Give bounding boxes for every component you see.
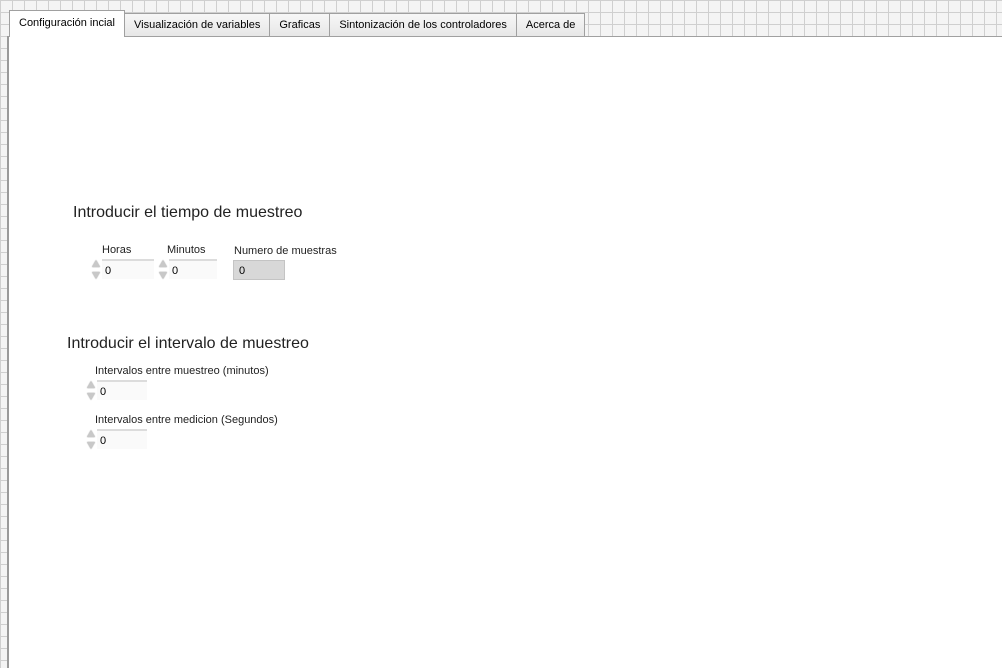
decrement-arrow-icon[interactable] xyxy=(157,270,168,280)
decrement-arrow-icon[interactable] xyxy=(90,270,101,280)
hours-label: Horas xyxy=(102,244,132,256)
minutes-control xyxy=(157,259,217,279)
hours-control xyxy=(90,259,154,279)
tab-configuracion-inicial[interactable]: Configuración incial xyxy=(9,10,125,37)
background-grid-left xyxy=(0,36,7,668)
interval-minutes-input[interactable] xyxy=(97,380,147,400)
increment-arrow-icon[interactable] xyxy=(85,428,96,438)
increment-arrow-icon[interactable] xyxy=(157,258,168,268)
interval-seconds-input[interactable] xyxy=(97,429,147,449)
interval-seconds-control xyxy=(85,429,147,449)
increment-arrow-icon[interactable] xyxy=(85,379,96,389)
decrement-arrow-icon[interactable] xyxy=(85,391,96,401)
interval-seconds-spinner[interactable] xyxy=(85,428,96,450)
samples-indicator: 0 xyxy=(233,260,285,280)
minutes-input[interactable] xyxy=(169,259,217,279)
hours-spinner[interactable] xyxy=(90,258,101,280)
interval-minutes-spinner[interactable] xyxy=(85,379,96,401)
tab-bar: Configuración incial Visualización de va… xyxy=(9,10,586,37)
interval-seconds-label: Intervalos entre medicion (Segundos) xyxy=(95,414,278,426)
hours-input[interactable] xyxy=(102,259,154,279)
interval-minutes-control xyxy=(85,380,147,400)
decrement-arrow-icon[interactable] xyxy=(85,440,96,450)
tab-acerca-de[interactable]: Acerca de xyxy=(515,13,586,37)
tab-sintonizacion-controladores[interactable]: Sintonización de los controladores xyxy=(329,13,517,37)
tab-visualizacion-variables[interactable]: Visualización de variables xyxy=(124,13,271,37)
tab-graficas[interactable]: Graficas xyxy=(269,13,331,37)
minutes-label: Minutos xyxy=(167,244,206,256)
interval-minutes-label: Intervalos entre muestreo (minutos) xyxy=(95,365,269,377)
increment-arrow-icon[interactable] xyxy=(90,258,101,268)
minutes-spinner[interactable] xyxy=(157,258,168,280)
tab-panel-configuracion: Introducir el tiempo de muestreo Horas M… xyxy=(9,37,1002,668)
sampling-time-heading: Introducir el tiempo de muestreo xyxy=(73,204,303,221)
samples-label: Numero de muestras xyxy=(234,245,337,257)
sampling-interval-heading: Introducir el intervalo de muestreo xyxy=(67,335,309,352)
